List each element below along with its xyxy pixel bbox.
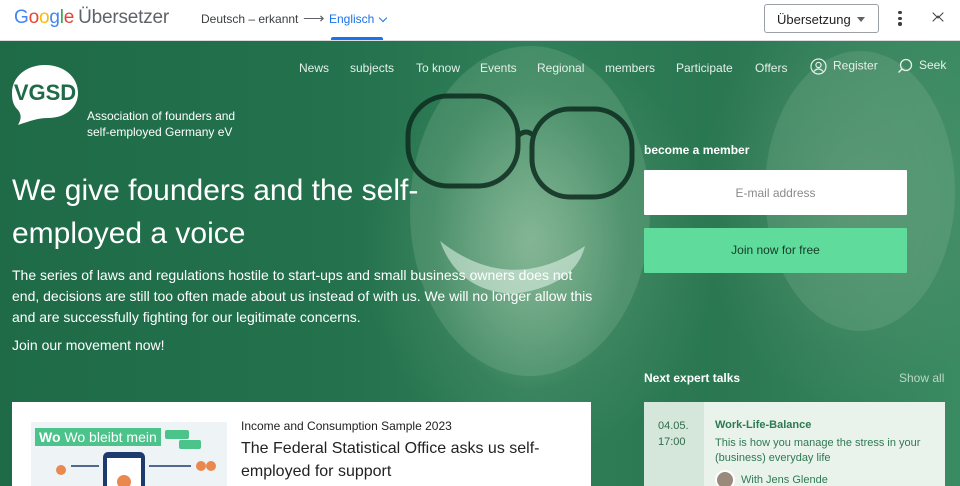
nav-item-events[interactable]: Events xyxy=(480,61,517,75)
become-member-label: become a member xyxy=(644,143,750,157)
vgsd-logo[interactable]: VGSD xyxy=(12,63,78,125)
nav-item-participate[interactable]: Participate xyxy=(676,61,733,75)
expert-talks-title: Next expert talks xyxy=(644,371,741,385)
chevron-down-icon xyxy=(379,13,388,23)
target-language-label: Englisch xyxy=(329,12,375,26)
speaker-name: With Jens Glende xyxy=(741,473,828,486)
hero-cta-text: Join our movement now! xyxy=(12,337,165,353)
translation-mode-select[interactable]: Übersetzung xyxy=(764,4,879,33)
hero-text: The series of laws and regulations hosti… xyxy=(12,267,593,325)
talk-title[interactable]: Work-Life-Balance xyxy=(715,419,811,431)
talk-description: This is how you manage the stress in you… xyxy=(715,437,921,464)
avatar xyxy=(715,470,735,486)
target-language-button[interactable]: Englisch xyxy=(329,12,388,26)
show-all-link[interactable]: Show all xyxy=(899,371,944,385)
logo-text: VGSD xyxy=(14,80,76,105)
source-language-button[interactable]: Deutsch – erkannt xyxy=(201,12,298,26)
nav-item-members[interactable]: members xyxy=(605,61,655,75)
nav-item-news[interactable]: News xyxy=(299,61,329,75)
talk-speaker: With Jens Glende xyxy=(715,470,828,486)
nav-item-to-know[interactable]: To know xyxy=(416,61,460,75)
google-translate-logo[interactable]: Google Übersetzer xyxy=(14,7,169,29)
swap-arrow-icon[interactable]: ⟶ xyxy=(303,9,325,27)
register-label: Register xyxy=(833,58,878,73)
vgsd-website: VGSD Association of founders and self-em… xyxy=(0,41,960,486)
talk-time: 17:00 xyxy=(658,436,686,448)
article-card[interactable]: Wo Wo bleibt mein Income and Consumption… xyxy=(12,402,591,486)
collapse-icon[interactable] xyxy=(932,7,946,28)
org-name-line2: self-employed Germany eV xyxy=(87,125,233,139)
talk-datetime: 04.05. 17:00 xyxy=(644,402,704,486)
expert-talk-card[interactable]: 04.05. 17:00 Work-Life-Balance This is h… xyxy=(644,402,945,486)
search-label: Seek xyxy=(919,58,947,73)
target-language-indicator xyxy=(331,37,383,40)
translate-toolbar: Google Übersetzer Deutsch – erkannt ⟶ Eng… xyxy=(0,0,960,41)
email-field[interactable] xyxy=(644,170,907,215)
article-title[interactable]: The Federal Statistical Office asks us s… xyxy=(241,437,561,483)
more-vert-icon[interactable] xyxy=(897,11,903,27)
dropdown-triangle-icon xyxy=(857,17,865,22)
register-link[interactable]: Register xyxy=(810,58,878,75)
nav-item-regional[interactable]: Regional xyxy=(537,61,584,75)
service-name: Übersetzer xyxy=(78,7,170,28)
translation-mode-label: Übersetzung xyxy=(777,12,851,27)
talk-date: 04.05. xyxy=(658,420,689,432)
nav-item-offers[interactable]: Offers xyxy=(755,61,787,75)
phone-illustration xyxy=(56,430,216,486)
user-icon xyxy=(810,58,827,75)
nav-item-subjects[interactable]: subjects xyxy=(350,61,394,75)
join-free-button[interactable]: Join now for free xyxy=(644,228,907,273)
hero-title: We give founders and the self-employed a… xyxy=(12,174,419,250)
organization-name: Association of founders and self-employe… xyxy=(87,108,235,140)
article-image: Wo Wo bleibt mein xyxy=(31,422,227,486)
search-icon xyxy=(898,58,913,73)
org-name-line1: Association of founders and xyxy=(87,109,236,123)
google-logo-text: Google xyxy=(14,7,75,28)
article-meta: Income and Consumption Sample 2023 xyxy=(241,419,452,433)
search-link[interactable]: Seek xyxy=(897,58,946,74)
